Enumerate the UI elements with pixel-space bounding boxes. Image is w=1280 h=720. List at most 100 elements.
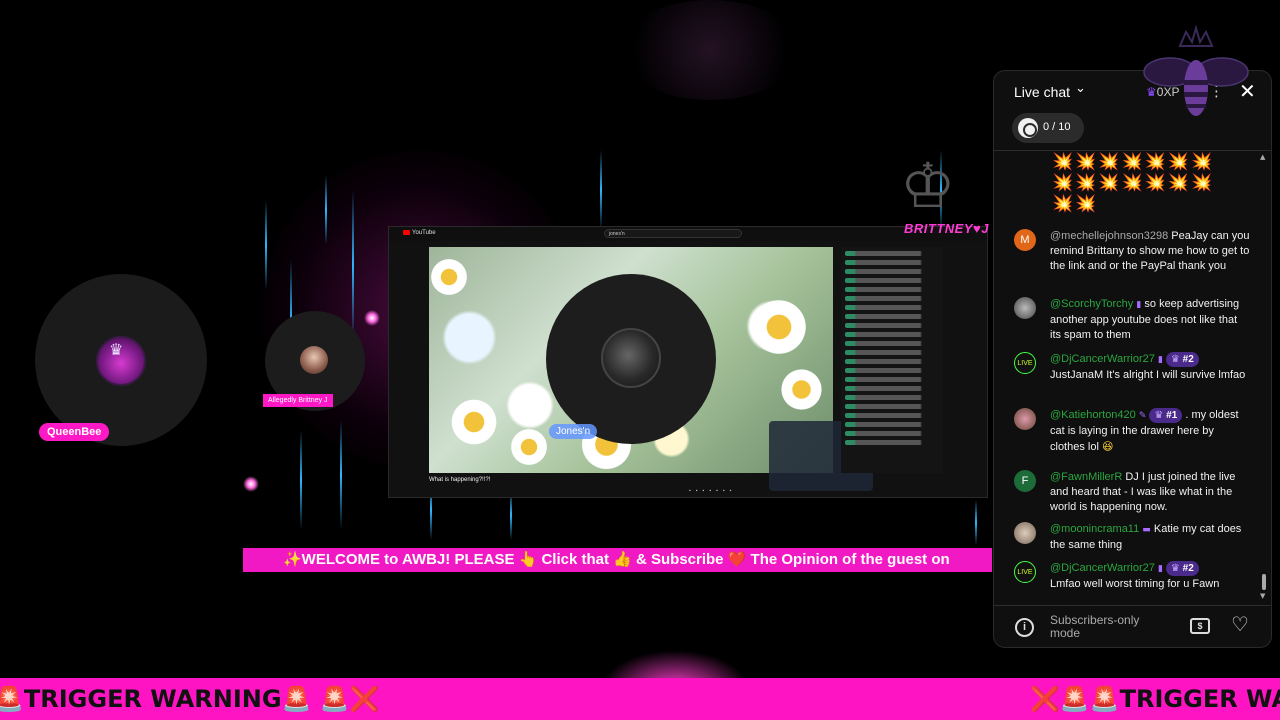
welcome-ticker: ✨WELCOME to AWBJ! PLEASE 👆 Click that 👍 …: [243, 548, 992, 572]
member-badge-icon: ▮: [1157, 564, 1163, 574]
mini-chat-line: [845, 287, 939, 292]
avatar[interactable]: [1014, 408, 1036, 430]
rank-badge: ♛ #2: [1165, 561, 1199, 576]
mini-chat-line: [845, 332, 939, 337]
rank-badge: ♛ #1: [1149, 408, 1183, 423]
light-streak: [325, 175, 327, 245]
chat-message-body: @mechellejohnson3298 PeaJay can you remi…: [1050, 229, 1250, 274]
mini-chat-line: [845, 404, 939, 409]
rank-value: #2: [1182, 563, 1194, 574]
chat-goal-button[interactable]: 0 / 10: [1012, 113, 1084, 143]
mini-chat-line: [845, 386, 939, 391]
flower: [509, 427, 549, 467]
flower: [749, 297, 809, 357]
info-icon[interactable]: i: [1015, 618, 1034, 637]
mini-chat-line: [845, 440, 939, 445]
scroll-down-icon[interactable]: ▼: [1260, 592, 1265, 600]
mini-chat-line: [845, 251, 939, 256]
avatar[interactable]: LIVE: [1014, 352, 1036, 374]
sparkle: [364, 310, 380, 326]
host-name-tag: QueenBee: [39, 423, 110, 441]
screen-mini-chat: [841, 247, 943, 473]
avatar[interactable]: M: [1014, 229, 1036, 251]
light-streak: [340, 420, 342, 530]
mini-chat-line: [845, 296, 939, 301]
super-chat-icon[interactable]: $: [1190, 618, 1210, 634]
light-streak: [975, 500, 977, 545]
mini-chat-line: [845, 278, 939, 283]
trigger-warning-text-repeat: ❌🚨🚨TRIGGER WA: [1030, 685, 1280, 713]
message-author[interactable]: @Katiehorton420: [1050, 409, 1136, 421]
message-author[interactable]: @ScorchyTorchy: [1050, 298, 1133, 310]
message-author[interactable]: @DjCancerWarrior27: [1050, 353, 1155, 365]
mini-chat-line: [845, 359, 939, 364]
mini-chat-line: [845, 413, 939, 418]
mini-chat-line: [845, 314, 939, 319]
light-streak: [600, 150, 602, 230]
flower: [429, 257, 469, 297]
message-author[interactable]: @FawnMillerR: [1050, 471, 1122, 483]
rank-badge: ♛ #2: [1165, 352, 1199, 367]
crown-icon: ♔: [900, 149, 956, 222]
trigger-warning-ticker: 🚨TRIGGER WARNING🚨 🚨❌ ❌🚨🚨TRIGGER WA: [0, 678, 1280, 720]
chat-scrollbar[interactable]: [1262, 156, 1266, 596]
avatar[interactable]: [1014, 297, 1036, 319]
guest2-name-tag: Jones'n: [549, 424, 598, 439]
live-chat-panel: Live chat ⌄ ♛0XP ⋮ ✕ 0 / 10 💥💥💥💥💥💥💥💥💥💥💥💥…: [993, 70, 1272, 648]
member-badge-icon: ▬: [1142, 525, 1151, 535]
mini-chat-line: [845, 431, 939, 436]
guest1-avatar: [300, 346, 328, 374]
mini-chat-line: [845, 368, 939, 373]
mini-chat-line: [845, 323, 939, 328]
laughing-emoji-icon: 😆: [1101, 440, 1114, 453]
member-badge-icon: ▮: [1136, 300, 1142, 310]
host-avatar: ♛: [96, 336, 146, 386]
background-glow-top: [620, 0, 800, 100]
mini-chat-line: [845, 422, 939, 427]
chat-message-body: @ScorchyTorchy ▮ so keep advertising ano…: [1050, 297, 1250, 343]
heart-icon[interactable]: ♡: [1231, 612, 1249, 636]
screen-video-actions: ▪▪▪▪▪▪▪: [689, 488, 737, 494]
message-text: Lmfao well worst timing for u Fawn: [1050, 578, 1220, 590]
scrollbar-thumb[interactable]: [1262, 574, 1266, 590]
chat-footer: i Subscribers-only mode $ ♡: [994, 605, 1271, 647]
sparkle: [243, 476, 259, 492]
subscribers-only-label: Subscribers-only mode: [1050, 613, 1140, 640]
chat-message-body: @DjCancerWarrior27 ▮ ♛ #2 Lmfao well worst…: [1050, 561, 1250, 592]
chat-message-body: @moonincrama11 ▬ Katie my cat does the s…: [1050, 522, 1250, 553]
guest2-avatar: [601, 328, 661, 388]
avatar[interactable]: [1014, 522, 1036, 544]
avatar[interactable]: LIVE: [1014, 561, 1036, 583]
rank-value: #2: [1182, 354, 1194, 365]
crown-icon: ♛: [1154, 410, 1164, 421]
chevron-down-icon[interactable]: ⌄: [1075, 81, 1086, 96]
rank-value: #1: [1166, 410, 1178, 421]
chat-message-body: @Katiehorton420 ✎ ♛ #1 . my oldest cat is…: [1050, 408, 1250, 455]
chat-message-body: @DjCancerWarrior27 ▮ ♛ #2 JustJanaM It's a…: [1050, 352, 1250, 383]
mini-chat-line: [845, 305, 939, 310]
avatar[interactable]: F: [1014, 470, 1036, 492]
emoji-message: 💥💥💥💥💥💥💥💥💥💥💥💥💥💥💥💥: [1052, 152, 1215, 214]
message-text: JustJanaM It's alright I will survive lm…: [1050, 369, 1246, 381]
welcome-ticker-text: ✨WELCOME to AWBJ! PLEASE 👆 Click that 👍 …: [283, 551, 950, 568]
crown-icon: ♛: [1170, 563, 1180, 574]
youtube-logo: YouTube: [403, 230, 436, 236]
light-streak: [265, 200, 267, 290]
screen-video-title: What is happening?!!?!: [429, 477, 491, 483]
message-author[interactable]: @mechellejohnson3298: [1050, 230, 1168, 242]
flower: [449, 397, 499, 447]
trigger-warning-text: 🚨TRIGGER WARNING🚨 🚨❌: [0, 685, 380, 713]
message-author[interactable]: @moonincrama11: [1050, 523, 1139, 535]
target-icon: [1018, 118, 1038, 138]
member-badge-icon: ✎: [1138, 411, 1147, 421]
mini-chat-line: [845, 395, 939, 400]
message-author[interactable]: @DjCancerWarrior27: [1050, 562, 1155, 574]
goal-count: 0 / 10: [1043, 121, 1071, 133]
mini-chat-line: [845, 350, 939, 355]
bee-logo: [1143, 24, 1249, 116]
chat-message-body: @FawnMillerR DJ I just joined the live a…: [1050, 470, 1250, 515]
chat-title[interactable]: Live chat: [1014, 84, 1070, 100]
light-streak: [352, 190, 354, 340]
chat-message-list: 💥💥💥💥💥💥💥💥💥💥💥💥💥💥💥💥 M @mechellejohnson3298 …: [994, 152, 1264, 602]
member-badge-icon: ▮: [1157, 355, 1163, 365]
